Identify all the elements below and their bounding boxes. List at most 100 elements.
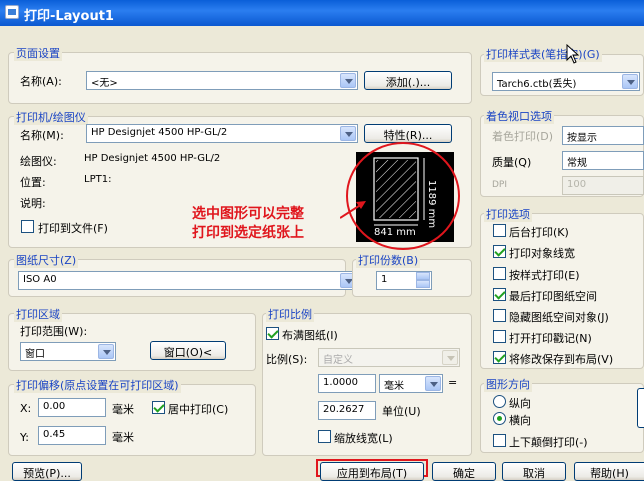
chevron-down-icon [98, 344, 114, 359]
portrait-radio[interactable] [493, 395, 506, 408]
plot-stamp-label: 打开打印戳记(N) [509, 332, 592, 345]
landscape-radio[interactable] [493, 412, 506, 425]
app-icon [5, 5, 19, 19]
shade-plot-label: 着色打印(D) [492, 130, 554, 143]
quality-select[interactable]: 常规 [562, 151, 644, 170]
orientation-group-label: 图形方向 [484, 376, 532, 392]
shade-plot-value: 按显示 [567, 133, 597, 144]
quality-value: 常规 [567, 158, 587, 169]
plot-paperspace-last-checkbox[interactable] [493, 288, 506, 301]
ok-button[interactable]: 确定 [432, 462, 496, 481]
printer-name-label: 名称(M): [20, 129, 64, 142]
scale-units-label: 单位(U) [382, 405, 421, 418]
preview-button[interactable]: 预览(P)... [12, 462, 82, 481]
shaded-viewport-group-label: 着色视口选项 [484, 108, 554, 124]
window-select-button[interactable]: 窗口(O)< [150, 341, 226, 360]
location-label: 位置: [20, 176, 46, 189]
cancel-button[interactable]: 取消 [502, 462, 566, 481]
printer-group-label: 打印机/绘图仪 [14, 109, 88, 125]
plot-with-styles-checkbox[interactable] [493, 267, 506, 280]
plot-range-value: 窗口 [25, 349, 45, 360]
plot-range-label: 打印范围(W): [20, 325, 88, 338]
copies-group-label: 打印份数(B) [356, 252, 421, 268]
paper-size-group-label: 图纸尺寸(Z) [14, 252, 79, 268]
plotter-value: HP Designjet 4500 HP-GL/2 [84, 153, 221, 164]
offset-y-input[interactable]: 0.45 [38, 426, 106, 445]
cursor-icon [566, 44, 580, 64]
printer-name-select[interactable]: HP Designjet 4500 HP-GL/2 [86, 124, 358, 143]
offset-x-label: X: [20, 402, 32, 415]
scale-label: 比例(S): [266, 353, 308, 366]
dpi-label: DPI [492, 180, 508, 190]
scale-select[interactable]: 自定义 [318, 348, 460, 367]
print-to-file-checkbox[interactable] [21, 220, 34, 233]
scale-lineweights-label: 缩放线宽(L) [334, 432, 393, 445]
scale-value: 自定义 [323, 355, 353, 366]
plotter-label: 绘图仪: [20, 155, 57, 168]
offset-x-input[interactable]: 0.00 [38, 398, 106, 417]
title-bar: 打印-Layout1 [0, 0, 644, 26]
center-plot-label: 居中打印(C) [168, 403, 229, 416]
spin-up-icon[interactable] [416, 272, 430, 280]
hide-paperspace-objects-checkbox[interactable] [493, 309, 506, 322]
plot-style-select[interactable]: Tarch6.ctb(丢失) [492, 72, 640, 91]
dpi-input[interactable]: 100 [562, 176, 644, 195]
plot-offset-group [8, 384, 256, 456]
landscape-label: 横向 [509, 414, 531, 427]
offset-y-label: Y: [20, 431, 29, 444]
annotation-text: 选中图形可以完整 打印到选定纸张上 [192, 205, 304, 243]
highlight-annotation [340, 142, 460, 250]
upside-down-checkbox[interactable] [493, 434, 506, 447]
fit-to-paper-label: 布满图纸(I) [282, 329, 338, 342]
copies-value: 1 [381, 274, 388, 285]
plot-lineweights-checkbox[interactable] [493, 245, 506, 258]
highlight-circle [346, 142, 460, 250]
scale-equals-label: = [448, 376, 458, 389]
hide-paperspace-objects-label: 隐藏图纸空间对象(J) [509, 311, 609, 324]
offset-y-unit: 毫米 [112, 431, 134, 444]
page-setup-name-select[interactable]: <无> [86, 71, 358, 90]
plot-range-select[interactable]: 窗口 [20, 342, 116, 361]
orientation-icon [637, 388, 644, 428]
quality-label: 质量(Q) [492, 156, 532, 169]
center-plot-checkbox[interactable] [152, 401, 165, 414]
save-to-layout-checkbox[interactable] [493, 351, 506, 364]
location-value: LPT1: [84, 174, 112, 185]
chevron-down-icon [340, 73, 356, 88]
portrait-label: 纵向 [509, 397, 531, 410]
print-to-file-label: 打印到文件(F) [38, 222, 108, 235]
scale-lineweights-checkbox[interactable] [318, 430, 331, 443]
plot-stamp-checkbox[interactable] [493, 330, 506, 343]
offset-x-unit: 毫米 [112, 403, 134, 416]
plot-with-styles-label: 按样式打印(E) [509, 269, 580, 282]
apply-to-layout-button[interactable]: 应用到布局(T) [320, 462, 424, 481]
shade-plot-select[interactable]: 按显示 [562, 126, 644, 145]
spin-down-icon[interactable] [416, 280, 430, 288]
window-title: 打印-Layout1 [24, 9, 114, 24]
copies-spinner[interactable]: 1 [376, 271, 432, 290]
paper-size-value: ISO A0 [23, 274, 57, 285]
plot-offset-group-label: 打印偏移(原点设置在可打印区域) [14, 377, 181, 393]
scale-value2-input[interactable]: 20.2627 [318, 401, 376, 420]
fit-to-paper-checkbox[interactable] [266, 327, 279, 340]
description-label: 说明: [20, 197, 46, 210]
background-plot-label: 后台打印(K) [509, 226, 569, 239]
paper-size-select[interactable]: ISO A0 [18, 271, 358, 290]
plot-scale-group-label: 打印比例 [266, 306, 314, 322]
annotation-line-1: 选中图形可以完整 [192, 206, 304, 222]
printer-name-value: HP Designjet 4500 HP-GL/2 [91, 127, 228, 138]
plot-area-group-label: 打印区域 [14, 306, 62, 322]
page-setup-group-label: 页面设置 [14, 45, 62, 61]
chevron-down-icon [622, 74, 638, 89]
help-button[interactable]: 帮助(H) [574, 462, 644, 481]
page-setup-name-label: 名称(A): [20, 75, 62, 88]
add-page-setup-button[interactable]: 添加(.)... [364, 71, 452, 90]
chevron-down-icon [425, 376, 441, 391]
background-plot-checkbox[interactable] [493, 224, 506, 237]
chevron-down-icon [442, 350, 458, 365]
scale-unit-select[interactable]: 毫米 [379, 374, 443, 393]
plot-lineweights-label: 打印对象线宽 [509, 247, 575, 260]
scale-value1-input[interactable]: 1.0000 [318, 374, 376, 393]
plot-style-group-label: 打印样式表(笔指定)(G) [484, 46, 602, 62]
plot-style-value: Tarch6.ctb(丢失) [497, 79, 577, 90]
